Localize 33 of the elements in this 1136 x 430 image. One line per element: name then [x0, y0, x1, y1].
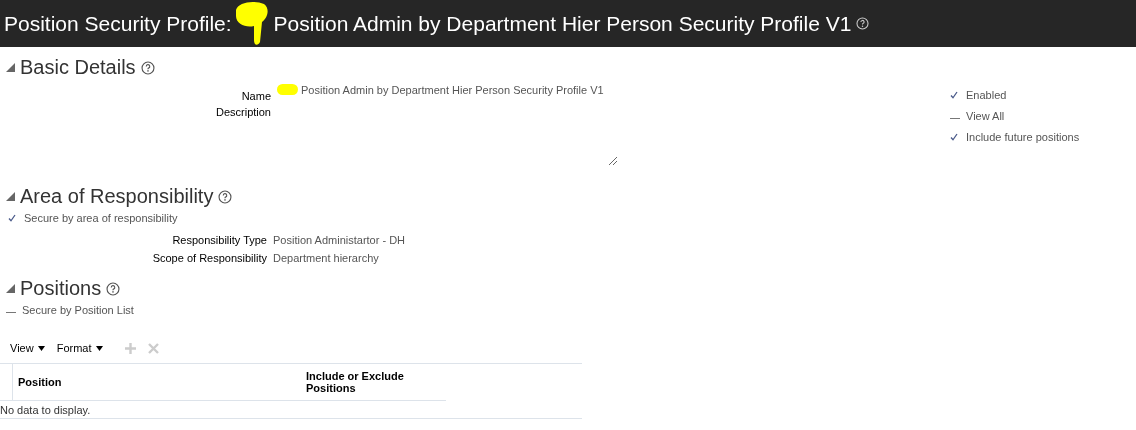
- help-icon[interactable]: [218, 189, 233, 204]
- menu-button[interactable]: View: [10, 342, 45, 354]
- page-title: Position Security Profile:: [4, 11, 232, 36]
- field-value: Position Administartor - DH: [273, 233, 407, 247]
- help-icon[interactable]: [140, 60, 155, 75]
- option-label: Secure by area of responsibility: [24, 212, 178, 224]
- field-label: Description: [214, 105, 272, 119]
- option-label: Include future positions: [966, 131, 1080, 143]
- section-title: Area of Responsibility: [20, 185, 214, 208]
- menu-button[interactable]: Format: [56, 342, 103, 354]
- collapse-triangle-icon[interactable]: [6, 192, 15, 201]
- field-value: Department hierarchy: [273, 251, 380, 265]
- column-header: Position: [12, 364, 302, 401]
- option-label: Secure by Position List: [22, 304, 134, 316]
- profile-name: Position Admin by Department Hier Person Security Profile V1: [273, 11, 852, 36]
- help-icon[interactable]: [106, 281, 121, 296]
- empty-message: No data to display.: [0, 403, 92, 418]
- field-label: Responsibility Type: [171, 233, 268, 247]
- option-label: View All: [966, 110, 1005, 122]
- option-label: Enabled: [966, 89, 1007, 101]
- collapse-triangle-icon[interactable]: [6, 284, 15, 293]
- field-label: Scope of Responsibility: [151, 251, 268, 265]
- resize-grip-icon[interactable]: [608, 156, 617, 165]
- name-value: Position Admin by Department Hier Person Security Profile V1: [277, 83, 607, 97]
- section-title: Basic Details: [20, 56, 136, 79]
- redaction-mark: [233, 0, 270, 46]
- caret-icon: [95, 345, 103, 351]
- column-header: Include or Exclude Positions: [302, 364, 446, 401]
- collapse-triangle-icon[interactable]: [6, 63, 15, 72]
- redaction-mark: [277, 84, 298, 95]
- field-label: Name: [240, 89, 272, 103]
- section-title: Positions: [20, 277, 102, 300]
- caret-icon: [37, 345, 45, 351]
